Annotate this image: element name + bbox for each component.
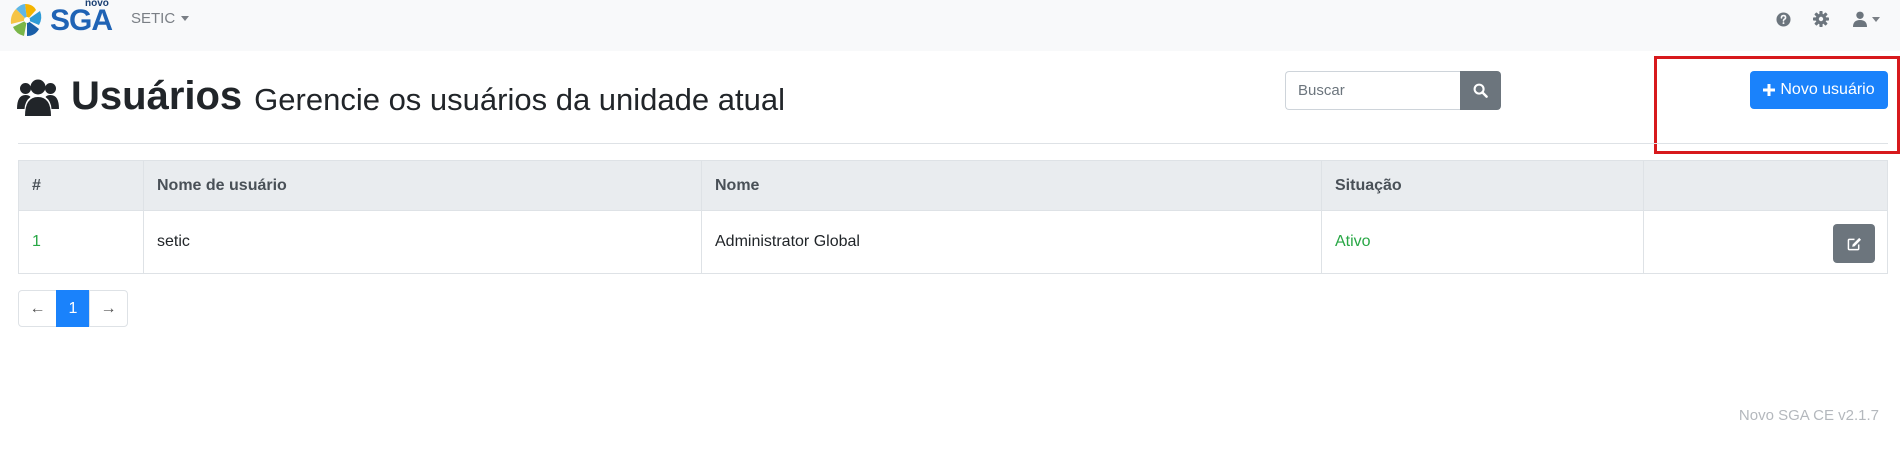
users-table: # Nome de usuário Nome Situação 1 setic …: [18, 160, 1888, 274]
navbar-icons: [1775, 11, 1881, 27]
footer-version: Novo SGA CE v2.1.7: [1738, 407, 1879, 424]
pagination-prev[interactable]: ←: [18, 290, 57, 327]
logo-pinwheel-icon: [10, 4, 42, 36]
top-navbar: novo SGA SETIC: [0, 0, 1900, 51]
new-user-button[interactable]: Novo usuário: [1750, 71, 1888, 109]
chevron-down-icon: [1871, 16, 1880, 22]
search-input[interactable]: [1285, 71, 1460, 110]
gear-icon[interactable]: [1813, 11, 1829, 27]
unit-dropdown-label: SETIC: [131, 10, 176, 27]
pagination-next[interactable]: →: [89, 290, 128, 327]
cell-status: Ativo: [1321, 210, 1644, 274]
users-icon: [17, 79, 59, 116]
pagination-page-1[interactable]: 1: [56, 290, 90, 327]
table-header: # Nome de usuário Nome Situação: [18, 160, 1888, 211]
cell-id: 1: [18, 210, 144, 274]
plus-icon: [1763, 84, 1776, 96]
new-user-button-label: Novo usuário: [1780, 81, 1875, 98]
search-form: [1285, 71, 1501, 110]
header-divider: [18, 143, 1888, 144]
question-circle-icon[interactable]: [1775, 11, 1791, 27]
page-heading: Usuários: [71, 74, 243, 118]
column-header-id[interactable]: #: [18, 160, 144, 211]
cell-actions: [1643, 210, 1888, 274]
cell-name: Administrator Global: [701, 210, 1322, 274]
table-header-row: # Nome de usuário Nome Situação: [18, 160, 1888, 211]
edit-user-button[interactable]: [1833, 224, 1875, 263]
column-header-status[interactable]: Situação: [1321, 160, 1644, 211]
edit-icon: [1847, 237, 1861, 250]
column-header-name[interactable]: Nome: [701, 160, 1322, 211]
search-button[interactable]: [1460, 71, 1501, 110]
unit-dropdown[interactable]: SETIC: [131, 10, 190, 27]
cell-username: setic: [143, 210, 702, 274]
logo-sga-text: SGA: [50, 4, 113, 37]
table-row: 1 setic Administrator Global Ativo: [18, 210, 1888, 274]
page-title: Usuários Gerencie os usuários da unidade…: [17, 74, 785, 119]
app-logo[interactable]: novo SGA: [9, 0, 113, 40]
search-icon: [1473, 83, 1488, 98]
pagination: ← 1 →: [18, 290, 128, 327]
column-header-username[interactable]: Nome de usuário: [143, 160, 702, 211]
user-icon: [1852, 11, 1867, 27]
user-menu[interactable]: [1851, 11, 1881, 27]
column-header-actions: [1643, 160, 1888, 211]
page-subheading: Gerencie os usuários da unidade atual: [254, 81, 785, 117]
chevron-down-icon: [181, 16, 190, 21]
